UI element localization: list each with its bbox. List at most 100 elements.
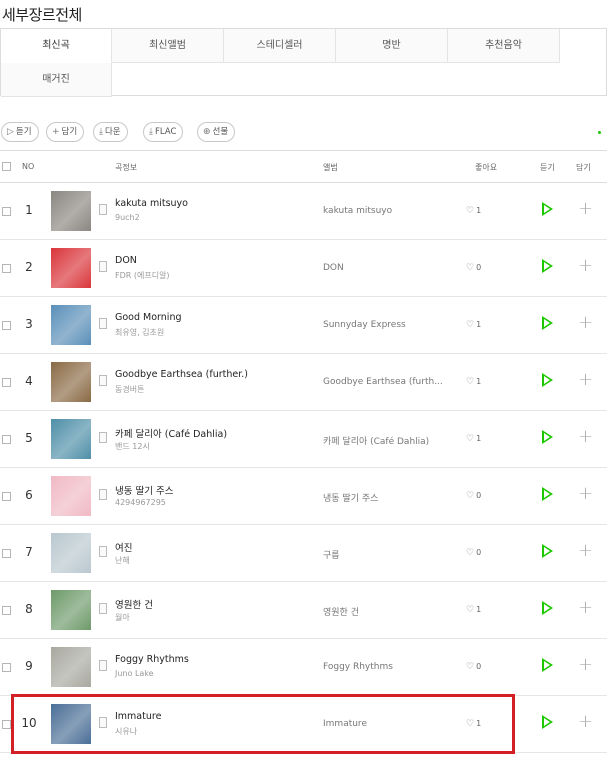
- album-name[interactable]: Goodbye Earthsea (furth...: [323, 377, 443, 387]
- lyrics-icon[interactable]: [99, 660, 107, 671]
- play-icon[interactable]: [542, 544, 553, 558]
- play-icon[interactable]: [542, 202, 553, 216]
- lyrics-icon[interactable]: [99, 261, 107, 272]
- add-icon[interactable]: +: [578, 200, 593, 218]
- lyrics-icon[interactable]: [99, 204, 107, 215]
- album-name[interactable]: DON: [323, 263, 344, 273]
- gift-button[interactable]: ⊕ 선물: [197, 122, 236, 142]
- album-cover[interactable]: [51, 533, 91, 573]
- album-cover[interactable]: [51, 647, 91, 687]
- table-row[interactable]: 1 kakuta mitsuyo 9uch2 kakuta mitsuyo ♡ 1 +: [0, 183, 607, 240]
- play-icon[interactable]: [542, 601, 553, 615]
- artist-name[interactable]: 시유나: [115, 726, 137, 737]
- play-icon[interactable]: [542, 259, 553, 273]
- table-row[interactable]: 8 영원한 건 월아 영원한 건 ♡ 1 +: [0, 582, 607, 639]
- add-icon[interactable]: +: [578, 371, 593, 389]
- album-name[interactable]: Immature: [323, 719, 367, 729]
- play-icon[interactable]: [542, 316, 553, 330]
- tab-magazine[interactable]: 매거진: [1, 63, 112, 97]
- row-checkbox[interactable]: [2, 264, 11, 273]
- song-title[interactable]: 영원한 건: [115, 597, 153, 611]
- album-name[interactable]: kakuta mitsuyo: [323, 206, 392, 216]
- song-title[interactable]: kakuta mitsuyo: [115, 198, 188, 209]
- row-checkbox[interactable]: [2, 378, 11, 387]
- table-row[interactable]: 10 Immature 시유나 Immature ♡ 1 +: [0, 696, 607, 753]
- add-button[interactable]: + 담기: [46, 122, 85, 142]
- like-button[interactable]: ♡ 0: [466, 491, 481, 501]
- artist-name[interactable]: 9uch2: [115, 213, 140, 222]
- like-button[interactable]: ♡ 1: [466, 605, 481, 615]
- add-icon[interactable]: +: [578, 599, 593, 617]
- select-all-checkbox[interactable]: [2, 162, 11, 171]
- row-checkbox[interactable]: [2, 663, 11, 672]
- album-name[interactable]: 영원한 건: [323, 605, 359, 618]
- listen-button[interactable]: ▷ 듣기: [1, 122, 39, 142]
- lyrics-icon[interactable]: [99, 717, 107, 728]
- song-title[interactable]: Good Morning: [115, 312, 182, 323]
- row-checkbox[interactable]: [2, 321, 11, 330]
- song-title[interactable]: 냉동 딸기 주스: [115, 483, 173, 497]
- play-icon[interactable]: [542, 487, 553, 501]
- artist-name[interactable]: FDR (에프디알): [115, 270, 170, 281]
- row-checkbox[interactable]: [2, 720, 11, 729]
- table-row[interactable]: 3 Good Morning 최유영, 김초원 Sunnyday Express ♡ 1 +: [0, 297, 607, 354]
- song-title[interactable]: Foggy Rhythms: [115, 654, 189, 665]
- add-icon[interactable]: +: [578, 428, 593, 446]
- album-name[interactable]: 냉동 딸기 주스: [323, 491, 378, 504]
- artist-name[interactable]: 최유영, 김초원: [115, 327, 164, 338]
- album-cover[interactable]: [51, 305, 91, 345]
- lyrics-icon[interactable]: [99, 375, 107, 386]
- artist-name[interactable]: 동경버튼: [115, 384, 144, 395]
- table-row[interactable]: 7 여진 난해 구름 ♡ 0 +: [0, 525, 607, 582]
- table-row[interactable]: 5 카페 달리아 (Café Dahlia) 밴드 12시 카페 달리아 (Café …: [0, 411, 607, 468]
- play-icon[interactable]: [542, 430, 553, 444]
- row-checkbox[interactable]: [2, 606, 11, 615]
- table-row[interactable]: 2 DON FDR (에프디알) DON ♡ 0 +: [0, 240, 607, 297]
- row-checkbox[interactable]: [2, 207, 11, 216]
- lyrics-icon[interactable]: [99, 603, 107, 614]
- tab-steady-sellers[interactable]: 스테디셀러: [224, 29, 336, 63]
- play-icon[interactable]: [542, 715, 553, 729]
- album-cover[interactable]: [51, 419, 91, 459]
- tab-latest-albums[interactable]: 최신앨범: [112, 29, 224, 63]
- artist-name[interactable]: 4294967295: [115, 498, 166, 507]
- lyrics-icon[interactable]: [99, 489, 107, 500]
- like-button[interactable]: ♡ 1: [466, 434, 481, 444]
- like-button[interactable]: ♡ 1: [466, 377, 481, 387]
- lyrics-icon[interactable]: [99, 318, 107, 329]
- add-icon[interactable]: +: [578, 713, 593, 731]
- tab-latest-songs[interactable]: 최신곡: [1, 29, 112, 63]
- add-icon[interactable]: +: [578, 314, 593, 332]
- row-checkbox[interactable]: [2, 549, 11, 558]
- album-name[interactable]: Foggy Rhythms: [323, 662, 393, 672]
- row-checkbox[interactable]: [2, 492, 11, 501]
- lyrics-icon[interactable]: [99, 546, 107, 557]
- like-button[interactable]: ♡ 1: [466, 320, 481, 330]
- add-icon[interactable]: +: [578, 542, 593, 560]
- play-icon[interactable]: [542, 658, 553, 672]
- add-icon[interactable]: +: [578, 257, 593, 275]
- like-button[interactable]: ♡ 0: [466, 662, 481, 672]
- album-name[interactable]: 카페 달리아 (Café Dahlia): [323, 434, 429, 447]
- tab-recommended[interactable]: 추천음악: [448, 29, 560, 63]
- lyrics-icon[interactable]: [99, 432, 107, 443]
- song-title[interactable]: 여진: [115, 540, 132, 554]
- table-row[interactable]: 6 냉동 딸기 주스 4294967295 냉동 딸기 주스 ♡ 0 +: [0, 468, 607, 525]
- song-title[interactable]: Immature: [115, 711, 161, 722]
- album-name[interactable]: Sunnyday Express: [323, 320, 406, 330]
- table-row[interactable]: 4 Goodbye Earthsea (further.) 동경버튼 Goodbye …: [0, 354, 607, 411]
- row-checkbox[interactable]: [2, 435, 11, 444]
- song-title[interactable]: DON: [115, 255, 137, 266]
- download-button[interactable]: ⤓ 다운: [93, 122, 128, 142]
- add-icon[interactable]: +: [578, 485, 593, 503]
- add-icon[interactable]: +: [578, 656, 593, 674]
- artist-name[interactable]: 난해: [115, 555, 130, 566]
- artist-name[interactable]: 밴드 12시: [115, 441, 150, 452]
- like-button[interactable]: ♡ 0: [466, 548, 481, 558]
- artist-name[interactable]: 월아: [115, 612, 130, 623]
- album-name[interactable]: 구름: [323, 548, 340, 561]
- table-row[interactable]: 9 Foggy Rhythms Juno Lake Foggy Rhythms ♡ 0 +: [0, 639, 607, 696]
- song-title[interactable]: 카페 달리아 (Café Dahlia): [115, 426, 227, 440]
- album-cover[interactable]: [51, 476, 91, 516]
- artist-name[interactable]: Juno Lake: [115, 669, 154, 678]
